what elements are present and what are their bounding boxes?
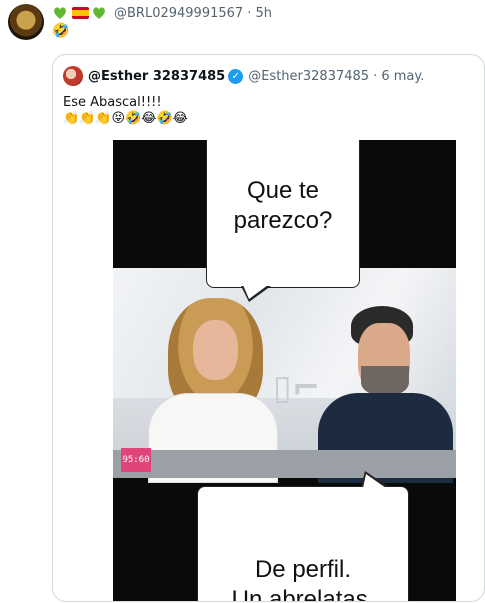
quoted-tweet-text: Ese Abascal!!!! [63,95,162,110]
quoted-tweet[interactable]: @Esther 32837485 ✓ @Esther32837485 · 6 m… [52,54,485,602]
quoted-tweet-emojis: 👏👏👏😝🤣😂🤣😂 [63,111,188,126]
speech-bubble-top-tail-fill [243,285,268,299]
author-handle[interactable]: @BRL02949991567 [114,6,243,21]
studio-logo: ▯⌐ [273,368,321,408]
speech-bubble-bottom-tail-fill [363,474,386,488]
quoted-author-name[interactable]: @Esther 32837485 [88,69,225,84]
studio-desk [113,450,456,478]
tweet[interactable]: @BRL02949991567 · 5h 🤣 @Esther 32837485 … [0,0,485,603]
quoted-author-handle[interactable]: @Esther32837485 [248,69,369,84]
verified-badge-icon: ✓ [228,68,244,84]
spain-flag-icon [72,7,89,19]
speech-bubble-top-line1: Que te [246,177,320,204]
tweet-header: @BRL02949991567 · 5h [52,4,272,22]
green-heart-icon [52,5,68,21]
quoted-tweet-header: @Esther 32837485 ✓ @Esther32837485 · 6 m… [63,66,424,86]
green-heart-icon [91,5,107,21]
speech-bubble-top-line2: parezco? [233,207,333,234]
studio-scene: ▯⌐ 95:60 [113,268,456,483]
author-avatar[interactable] [8,4,44,40]
desk-screen: 95:60 [121,448,151,472]
woman-face [193,320,238,380]
tweet-time[interactable]: · 5h [247,6,272,21]
quoted-tweet-date[interactable]: · 6 may. [373,69,424,84]
quoted-tweet-media[interactable]: ▯⌐ 95:60 Que te parezco? De perfil. Un a… [113,140,456,602]
speech-bubble-top: Que te parezco? [206,140,360,288]
man-beard [361,366,409,396]
speech-bubble-bottom-line1: De perfil. [254,556,352,583]
tweet-text: 🤣 [52,23,70,39]
quoted-author-avatar[interactable] [63,66,83,86]
speech-bubble-bottom-line2: Un abrelatas. [231,586,375,602]
speech-bubble-bottom: De perfil. Un abrelatas. [197,486,409,602]
